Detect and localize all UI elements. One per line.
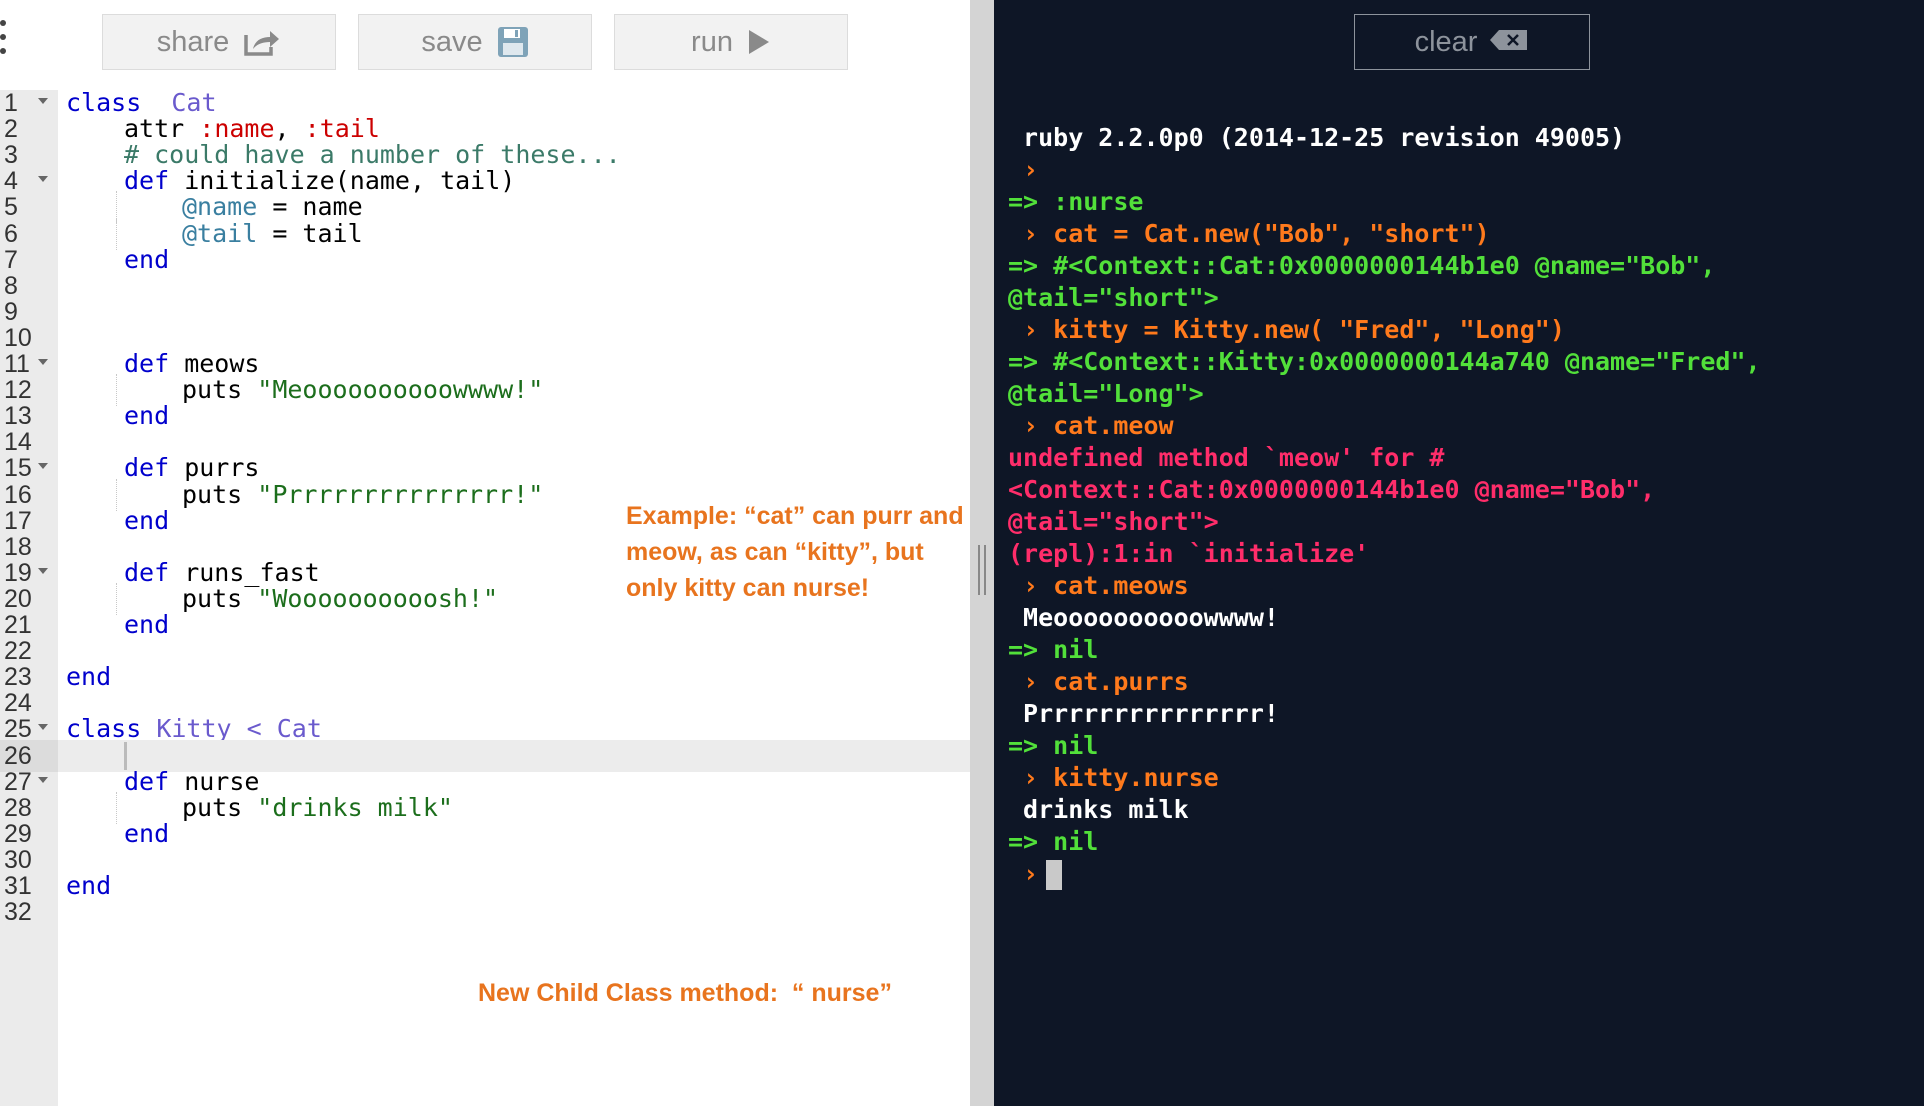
- prompt-icon: ›: [1008, 411, 1054, 440]
- console-result-line: @tail="short">: [1008, 283, 1219, 312]
- console-input-line: › cat.meows: [1008, 571, 1189, 600]
- prompt-icon: ›: [1008, 315, 1054, 344]
- console-output-line: ruby 2.2.0p0 (2014-12-25 revision 49005): [1008, 123, 1626, 152]
- line-number: 32: [4, 898, 32, 927]
- fold-arrow-icon[interactable]: [38, 176, 48, 183]
- console-result-line: => nil: [1008, 731, 1099, 760]
- save-button[interactable]: save: [358, 14, 592, 70]
- console-input-line: › cat.purrs: [1008, 667, 1189, 696]
- console-result-line: => #<Context::Cat:0x0000000144b1e0 @name…: [1008, 251, 1716, 280]
- prompt-icon: ›: [1008, 155, 1054, 184]
- drag-handle-icon[interactable]: [0, 20, 8, 64]
- clear-button-label: clear: [1414, 25, 1478, 58]
- console-input-line: › kitty = Kitty.new( "Fred", "Long"): [1008, 315, 1565, 344]
- clear-button[interactable]: clear: [1354, 14, 1590, 70]
- console-output[interactable]: ruby 2.2.0p0 (2014-12-25 revision 49005)…: [1008, 122, 1908, 890]
- prompt-icon: ›: [1008, 219, 1054, 248]
- pane-splitter[interactable]: [970, 0, 994, 1106]
- fold-arrow-icon[interactable]: [38, 98, 48, 104]
- play-icon: [747, 28, 771, 56]
- console-input-line: › kitty.nurse: [1008, 763, 1219, 792]
- console-result-line: => #<Context::Kitty:0x0000000144a740 @na…: [1008, 347, 1761, 376]
- console-pane: clear ruby 2.2.0p0 (2014-12-25 revision …: [994, 0, 1924, 1106]
- fold-arrow-icon[interactable]: [38, 463, 48, 470]
- prompt-icon: ›: [1008, 667, 1054, 696]
- prompt-icon: ›: [1008, 859, 1039, 888]
- prompt-icon: ›: [1008, 571, 1054, 600]
- nurse-annotation: New Child Class method: “ nurse”: [478, 979, 892, 1007]
- example-annotation: Example: “cat” can purr and meow, as can…: [626, 502, 964, 602]
- floppy-disk-icon: [497, 26, 529, 58]
- console-input-line: ›: [1008, 154, 1908, 186]
- console-prompt-line[interactable]: ›: [1008, 858, 1908, 890]
- console-result-line: => :nurse: [1008, 187, 1144, 216]
- console-result-line: => nil: [1008, 635, 1099, 664]
- prompt-icon: ›: [1008, 763, 1054, 792]
- console-error-line: <Context::Cat:0x0000000144b1e0 @name="Bo…: [1008, 475, 1656, 504]
- line-number-cell: 32: [0, 896, 58, 928]
- code-line[interactable]: 32: [0, 896, 970, 928]
- fold-arrow-icon[interactable]: [38, 724, 48, 731]
- run-button[interactable]: run: [614, 14, 848, 70]
- editor-pane: share save run 1 class Cat 2 attr:name,…: [0, 0, 970, 1106]
- share-button[interactable]: share: [102, 14, 336, 70]
- console-output-line: Meoooooooooowwww!: [1008, 603, 1279, 632]
- console-error-line: @tail="short">: [1008, 507, 1219, 536]
- console-result-line: @tail="Long">: [1008, 379, 1204, 408]
- console-cursor: [1046, 860, 1063, 890]
- console-output-line: drinks milk: [1008, 795, 1189, 824]
- splitter-grip-icon[interactable]: [978, 545, 986, 595]
- run-button-label: run: [691, 25, 733, 58]
- share-icon: [243, 27, 281, 57]
- console-input-line: › cat.meow: [1008, 411, 1174, 440]
- backspace-icon: [1489, 26, 1529, 59]
- share-button-label: share: [156, 25, 230, 58]
- console-error-line: undefined method `meow' for #: [1008, 443, 1445, 472]
- fold-arrow-icon[interactable]: [38, 359, 48, 365]
- console-input-line: › cat = Cat.new("Bob", "short"): [1008, 219, 1490, 248]
- console-output-line: Prrrrrrrrrrrrrrr!: [1008, 699, 1279, 728]
- save-button-label: save: [421, 25, 483, 58]
- fold-arrow-icon[interactable]: [38, 776, 48, 783]
- console-error-line: (repl):1:in `initialize': [1008, 539, 1370, 568]
- fold-arrow-icon[interactable]: [38, 567, 48, 574]
- console-result-line: => nil: [1008, 827, 1099, 856]
